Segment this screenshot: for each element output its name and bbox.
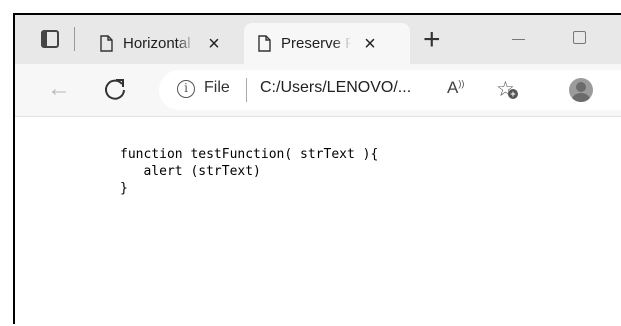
info-icon[interactable]: i bbox=[177, 80, 195, 98]
profile-icon[interactable] bbox=[569, 78, 593, 102]
address-bar[interactable]: i File C:/Users/LENOVO/... A)) ☆ + bbox=[159, 70, 621, 110]
code-line: function testFunction( strText ){ bbox=[120, 147, 379, 162]
read-aloud-icon[interactable]: A)) bbox=[447, 78, 464, 98]
code-block: function testFunction( strText ){ alert … bbox=[120, 146, 378, 197]
close-icon[interactable]: × bbox=[361, 34, 379, 54]
browser-window: Horizontal × Preserve F × + ← i File C:/… bbox=[13, 13, 621, 326]
url-text[interactable]: C:/Users/LENOVO/... bbox=[260, 79, 411, 97]
tab-horizontal[interactable]: Horizontal × bbox=[86, 23, 248, 64]
tab-title: Horizontal bbox=[123, 35, 191, 52]
code-line: alert (strText) bbox=[120, 164, 261, 179]
minimize-icon[interactable] bbox=[512, 39, 525, 40]
tab-preserve[interactable]: Preserve F × bbox=[244, 23, 410, 64]
tab-strip: Horizontal × Preserve F × + bbox=[15, 15, 621, 64]
tab-separator bbox=[74, 27, 75, 51]
favorite-plus-icon: + bbox=[508, 89, 518, 99]
page-icon bbox=[258, 35, 271, 52]
page-icon bbox=[100, 35, 113, 52]
tab-title: Preserve F bbox=[281, 35, 351, 52]
tab-actions-icon[interactable] bbox=[41, 30, 59, 48]
scheme-label: File bbox=[204, 79, 230, 96]
code-line: } bbox=[120, 181, 128, 196]
new-tab-button[interactable]: + bbox=[423, 23, 441, 57]
maximize-icon[interactable] bbox=[573, 31, 586, 44]
navigation-toolbar: ← i File C:/Users/LENOVO/... A)) ☆ + bbox=[15, 64, 621, 117]
back-arrow-icon[interactable]: ← bbox=[47, 76, 71, 102]
refresh-icon[interactable] bbox=[102, 76, 128, 102]
address-separator bbox=[246, 78, 247, 102]
close-icon[interactable]: × bbox=[205, 34, 223, 54]
page-content: function testFunction( strText ){ alert … bbox=[15, 117, 621, 326]
